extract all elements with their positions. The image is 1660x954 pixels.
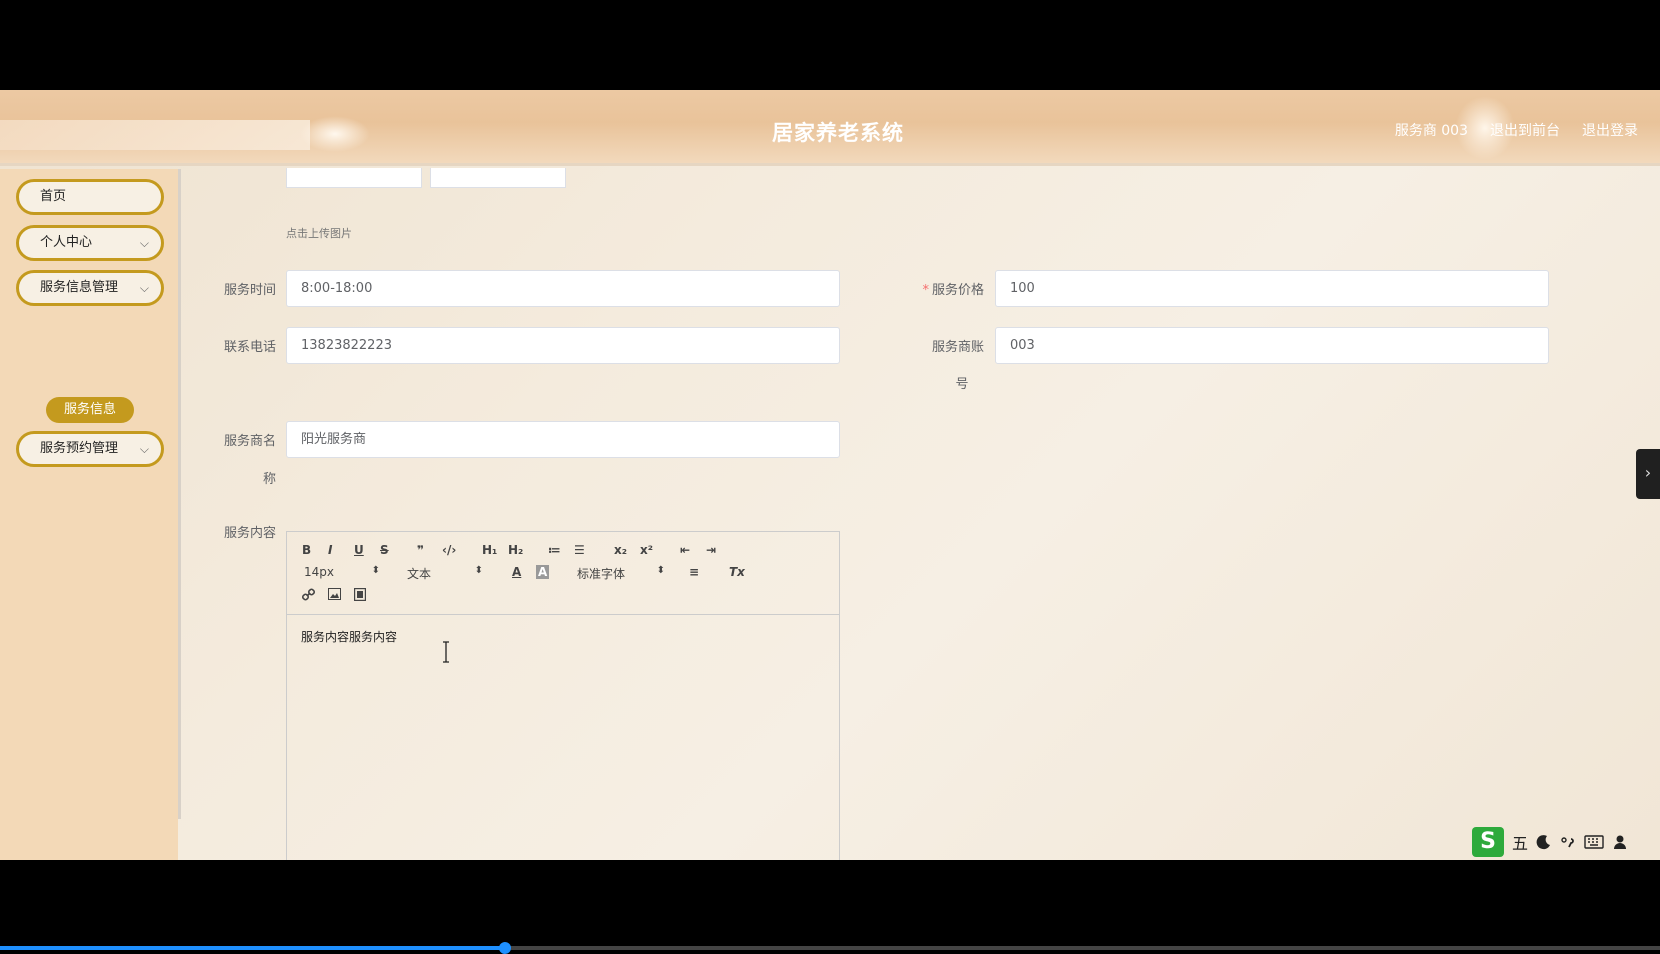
bullet-list-button[interactable]: ☰ [574,543,585,557]
provider-name-label: 服务商名 [223,434,276,449]
header-select[interactable]: 文本 ⬍ [407,565,483,582]
sidebar-item-personal-center[interactable]: 个人中心 ⌵ [16,225,164,261]
video-progress-bar[interactable] [0,942,1660,954]
screen: 居家养老系统 服务商 003 退出到前台 退出登录 首页 个人中心 ⌵ 服务信息… [0,0,1660,954]
sogou-logo-icon[interactable]: S [1472,827,1504,857]
image-icon[interactable] [328,588,341,603]
back-to-front-link[interactable]: 退出到前台 [1490,120,1560,140]
logout-link[interactable]: 退出登录 [1582,120,1638,140]
service-price-label: * 服务价格 [914,279,984,298]
provider-account-label-wrap: 号 [955,377,969,392]
service-content-label: 服务内容 [223,526,276,541]
image-thumbnail[interactable] [430,168,566,188]
subscript-button[interactable]: x₂ [614,543,627,557]
header-select-value: 文本 [407,567,432,581]
side-expand-tab[interactable]: › [1636,449,1660,499]
service-price-label-text: 服务价格 [931,283,984,298]
font-size-value: 14px [304,565,334,579]
sidebar-item-home[interactable]: 首页 [16,179,164,215]
video-progress-handle[interactable] [498,942,511,954]
indent-button[interactable]: ⇥ [706,543,716,557]
provider-name-label-wrap: 称 [262,472,276,487]
heading2-button[interactable]: H₂ [508,543,523,557]
strikethrough-button[interactable]: S [380,543,389,557]
required-marker: * [922,283,929,298]
provider-account-input[interactable]: 003 [995,327,1549,364]
clear-format-button[interactable]: Tx [729,565,745,579]
code-block-button[interactable]: ‹/› [442,543,456,557]
font-family-select[interactable]: 标准字体 ⬍ [577,565,665,582]
italic-button[interactable]: I [328,543,332,557]
text-cursor-icon [443,641,449,663]
sidebar-divider [178,169,181,819]
moon-icon[interactable] [1536,834,1552,850]
select-arrow-icon: ⬍ [656,565,665,576]
phone-input[interactable]: 13823822223 [286,327,840,364]
app-window: 居家养老系统 服务商 003 退出到前台 退出登录 首页 个人中心 ⌵ 服务信息… [0,90,1660,860]
punct-icon[interactable] [1560,834,1576,850]
outdent-button[interactable]: ⇤ [680,543,690,557]
keyboard-icon[interactable] [1584,834,1604,850]
sidebar-item-label: 首页 [40,189,67,204]
top-header: 居家养老系统 服务商 003 退出到前台 退出登录 [0,90,1660,166]
editor-content[interactable]: 服务内容服务内容 [287,615,839,658]
chevron-down-icon: ⌵ [139,281,149,295]
select-arrow-icon: ⬍ [474,565,483,576]
header-actions: 服务商 003 退出到前台 退出登录 [1395,120,1638,140]
image-thumbnail[interactable] [286,168,422,188]
sidebar: 首页 个人中心 ⌵ 服务信息管理 ⌵ 服务信息 服务预约管理 ⌵ [0,169,178,860]
font-color-button[interactable]: A [512,565,521,579]
sidebar-item-label: 服务预约管理 [40,441,119,456]
provider-account-label: 服务商账 [931,340,984,355]
video-progress-fill [0,946,505,950]
link-icon[interactable] [301,588,316,604]
service-time-label: 服务时间 [223,283,276,298]
sidebar-item-booking-management[interactable]: 服务预约管理 ⌵ [16,431,164,467]
editor-toolbar: B I U S ❞ ‹/› H₁ H₂ ≔ ☰ x₂ x² ⇤ ⇥ 14px ⬍ … [287,532,839,615]
sidebar-item-label: 服务信息管理 [40,280,119,295]
font-family-value: 标准字体 [577,567,626,581]
chevron-down-icon: ⌵ [139,236,149,250]
heading1-button[interactable]: H₁ [482,543,497,557]
font-size-select[interactable]: 14px ⬍ [304,565,380,579]
user-icon[interactable] [1612,834,1628,850]
select-arrow-icon: ⬍ [371,565,380,576]
bold-button[interactable]: B [302,543,311,557]
ime-mode[interactable]: 五 [1512,830,1528,854]
phone-label: 联系电话 [223,340,276,355]
underline-button[interactable]: U [354,543,364,557]
blockquote-button[interactable]: ❞ [417,543,424,557]
superscript-button[interactable]: x² [640,543,653,557]
ordered-list-button[interactable]: ≔ [548,543,561,557]
chevron-down-icon: ⌵ [139,442,149,456]
service-time-input[interactable]: 8:00-18:00 [286,270,840,307]
upload-hint[interactable]: 点击上传图片 [286,225,352,241]
align-button[interactable]: ≡ [689,565,699,579]
sidebar-subitem-service-info[interactable]: 服务信息 [46,397,134,423]
current-user: 服务商 003 [1394,123,1468,139]
video-icon[interactable] [353,587,367,604]
background-color-button[interactable]: A [536,565,550,579]
sidebar-item-label: 个人中心 [40,235,93,250]
sidebar-item-service-info-management[interactable]: 服务信息管理 ⌵ [16,270,164,306]
provider-name-input[interactable]: 阳光服务商 [286,421,840,458]
ime-toolbar: S 五 [1472,827,1628,857]
service-price-input[interactable]: 100 [995,270,1549,307]
rich-text-editor[interactable]: B I U S ❞ ‹/› H₁ H₂ ≔ ☰ x₂ x² ⇤ ⇥ 14px ⬍ … [286,531,840,860]
